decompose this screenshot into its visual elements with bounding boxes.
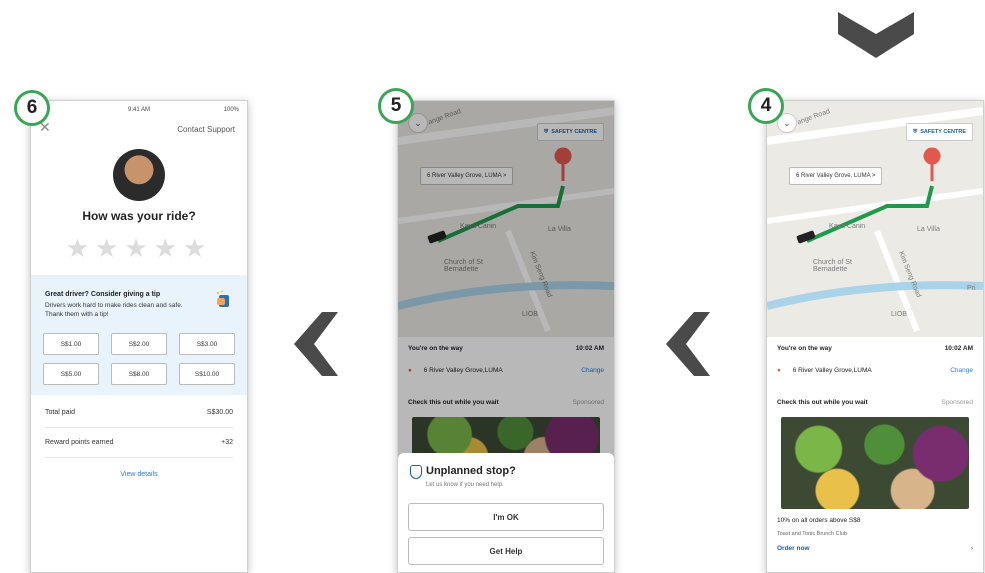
total-paid-label: Total paid (45, 409, 75, 416)
im-ok-button[interactable]: I'm OK (408, 503, 604, 531)
tip-option[interactable]: S$8.00 (111, 363, 167, 385)
safety-centre-label: SAFETY CENTRE (551, 129, 597, 135)
sheet-title: Unplanned stop? (426, 465, 516, 477)
status-battery: 100% (223, 107, 239, 113)
driver-avatar (113, 149, 165, 201)
safety-centre-button[interactable]: ⛨ SAFETY CENTRE (537, 123, 604, 141)
arrival-time: 10:02 AM (944, 345, 973, 352)
map[interactable]: Grange Road La Villa Church of St Bernad… (398, 101, 614, 337)
tip-option[interactable]: S$10.00 (179, 363, 235, 385)
reward-value: +32 (221, 439, 233, 446)
step-badge-4: 4 (748, 88, 784, 124)
tip-option[interactable]: S$5.00 (43, 363, 99, 385)
chevron-down-icon (838, 12, 914, 58)
collapse-chevron-icon[interactable]: ⌄ (408, 113, 428, 133)
tip-hand-icon (216, 290, 229, 307)
map-label: Church of St Bernadette (813, 259, 852, 273)
promo-title: 10% on all orders above S$8 (777, 517, 861, 524)
sponsored-label: Sponsored (941, 399, 973, 406)
divider (45, 427, 233, 428)
destination-address: 6 River Valley Grove,LUMA (792, 367, 872, 374)
tip-section: Great driver? Consider giving a tip Driv… (31, 275, 247, 395)
tip-option[interactable]: S$1.00 (43, 333, 99, 355)
map-label: Kaya Canin (460, 223, 497, 230)
total-paid-row: Total paid S$30.00 (45, 409, 233, 416)
safety-centre-label: SAFETY CENTRE (920, 129, 966, 135)
promo-header: Check this out while you wait Sponsored (777, 399, 973, 406)
tip-text: Drivers work hard to make rides clean an… (45, 302, 183, 318)
screen-on-the-way: Grange Road La Villa Church of St Bernad… (766, 100, 984, 573)
chevron-left-icon (666, 312, 710, 376)
trip-card: You're on the way 10:02 AM ● 6 River Val… (767, 337, 983, 572)
rating-title: How was your ride? (82, 209, 196, 223)
promo-subtitle: Toast and Tonic Brunch Club (777, 531, 847, 537)
map[interactable]: Grange Road La Villa Church of St Bernad… (767, 101, 983, 337)
step-badge-6: 6 (14, 90, 50, 126)
screen-rating: 9:41 AM 100% ✕ Contact Support How was y… (30, 100, 248, 573)
map-label: La Villa (548, 226, 571, 233)
shield-icon: ⛨ (913, 128, 918, 135)
location-pin-icon: ● (777, 367, 781, 374)
shield-icon (410, 465, 422, 479)
map-label: LIOB (522, 311, 538, 318)
destination-row: ● 6 River Valley Grove,LUMA Change (777, 367, 973, 374)
status-bar: 9:41 AM 100% (31, 107, 247, 117)
sheet-subtitle: Let us know if you need help. (426, 482, 504, 488)
trip-status: You're on the way (777, 345, 832, 352)
change-destination-link[interactable]: Change (950, 367, 973, 374)
step-badge-5: 5 (378, 88, 414, 124)
screen-unplanned-stop: Grange Road La Villa Church of St Bernad… (397, 100, 615, 573)
divider (45, 457, 233, 458)
promo-heading: Check this out while you wait (777, 399, 868, 406)
shield-icon: ⛨ (544, 128, 549, 135)
contact-support-link[interactable]: Contact Support (177, 125, 235, 134)
map-label: LIOB (891, 311, 907, 318)
reward-label: Reward points earned (45, 439, 114, 446)
chevron-right-icon[interactable]: › (971, 545, 973, 552)
promo-image[interactable] (781, 417, 969, 509)
trip-status-row: You're on the way 10:02 AM (777, 345, 973, 352)
destination-chip[interactable]: 6 River Valley Grove, LUMA > (420, 167, 514, 185)
get-help-button[interactable]: Get Help (408, 537, 604, 565)
status-time: 9:41 AM (127, 107, 150, 113)
reward-row: Reward points earned +32 (45, 439, 233, 446)
unplanned-stop-sheet: Unplanned stop? Let us know if you need … (398, 453, 614, 572)
view-details-link[interactable]: View details (31, 471, 247, 478)
star-rating[interactable]: ★★★★★ (31, 233, 247, 264)
chevron-left-icon (294, 312, 338, 376)
map-label: Pri (967, 285, 976, 292)
map-label: La Villa (917, 226, 940, 233)
order-now-link[interactable]: Order now (777, 545, 810, 552)
map-label: Church of St Bernadette (444, 259, 483, 273)
map-label: Kaya Canin (829, 223, 866, 230)
tip-option[interactable]: S$2.00 (111, 333, 167, 355)
tip-option[interactable]: S$3.00 (179, 333, 235, 355)
safety-centre-button[interactable]: ⛨ SAFETY CENTRE (906, 123, 973, 141)
total-paid-value: S$30.00 (206, 409, 233, 416)
tip-options: S$1.00 S$2.00 S$3.00 S$5.00 S$8.00 S$10.… (43, 333, 235, 385)
tip-heading: Great driver? Consider giving a tip (45, 291, 161, 298)
destination-chip[interactable]: 6 River Valley Grove, LUMA > (789, 167, 883, 185)
order-now-row: Order now › (777, 545, 973, 552)
